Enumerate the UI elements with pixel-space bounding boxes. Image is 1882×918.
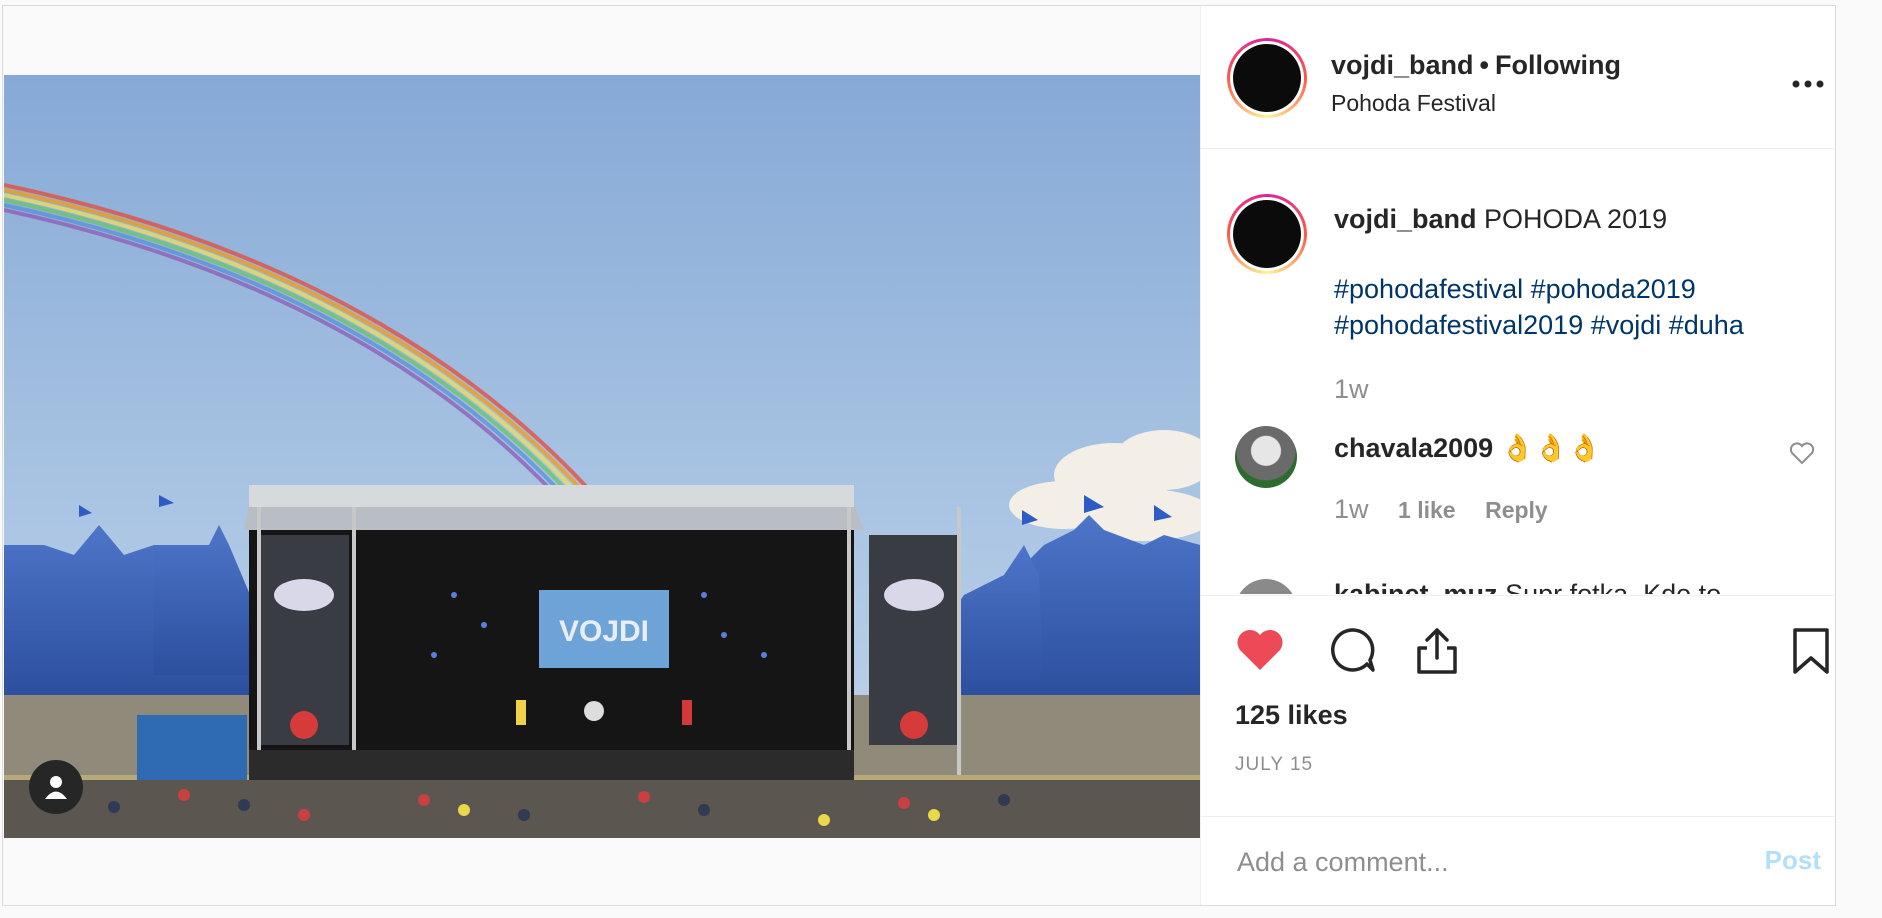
share-icon[interactable] [1413,626,1461,681]
comment-bubble-icon[interactable] [1329,626,1377,679]
header-username-row: vojdi_band • Following [1331,50,1621,81]
more-options-icon[interactable] [1791,64,1825,96]
hashtags: #pohodafestival #pohoda2019 #pohodafesti… [1334,271,1814,343]
comment-text: chavala2009 👌👌👌 [1334,432,1602,464]
comment-like-icon[interactable] [1789,441,1815,470]
comment-body: Supr fotka. Kde to [1505,579,1722,594]
heart-filled-icon[interactable] [1235,626,1285,677]
comment-text: kabinet_muz Supr fotka. Kde to [1334,579,1721,594]
caption-body: POHODA 2019 [1484,204,1668,234]
post-sidebar: vojdi_band • Following Pohoda Festival voj… [1201,6,1835,905]
comment-time[interactable]: 1w [1334,494,1369,524]
comment-username[interactable]: chavala2009 [1334,433,1493,463]
comment-meta: 1w 1 like Reply [1334,494,1570,525]
user-icon [45,776,67,799]
post-card: VOJDI vojdi_band • Following Pohoda Fest… [2,5,1836,906]
post-media: VOJDI [3,6,1201,905]
stage-screen-text: VOJDI [559,615,649,648]
caption-username[interactable]: vojdi_band [1334,204,1477,234]
avatar[interactable] [1227,194,1307,274]
following-button[interactable]: Following [1495,50,1621,80]
comment-body: 👌👌👌 [1500,433,1602,463]
caption-time[interactable]: 1w [1334,374,1369,405]
post-photo[interactable]: VOJDI [4,75,1200,838]
add-comment-bar: Post [1201,816,1835,906]
avatar[interactable] [1227,38,1307,118]
post-button[interactable]: Post [1765,845,1821,876]
hashtag-line[interactable]: #pohodafestival2019 #vojdi #duha [1334,307,1814,343]
bookmark-icon[interactable] [1791,626,1831,681]
avatar[interactable] [1235,579,1297,594]
comments-list[interactable]: vojdi_band POHODA 2019 #pohodafestival #… [1201,149,1835,594]
separator-dot: • [1479,50,1489,80]
username-link[interactable]: vojdi_band [1331,50,1474,80]
avatar[interactable] [1235,426,1297,488]
location-link[interactable]: Pohoda Festival [1331,90,1496,117]
post-date[interactable]: JULY 15 [1235,754,1313,776]
hashtag-line[interactable]: #pohodafestival #pohoda2019 [1334,271,1814,307]
tagged-user-icon[interactable] [29,760,83,814]
comment-input[interactable] [1235,839,1719,885]
comment-username[interactable]: kabinet_muz [1334,579,1498,594]
caption-text: vojdi_band POHODA 2019 #pohodafestival #… [1334,201,1814,343]
reply-button[interactable]: Reply [1485,497,1548,523]
post-header: vojdi_band • Following Pohoda Festival [1201,6,1835,149]
comment-likes[interactable]: 1 like [1398,497,1456,523]
likes-count[interactable]: 125 likes [1235,700,1348,731]
post-actions: 125 likes JULY 15 [1201,595,1835,816]
